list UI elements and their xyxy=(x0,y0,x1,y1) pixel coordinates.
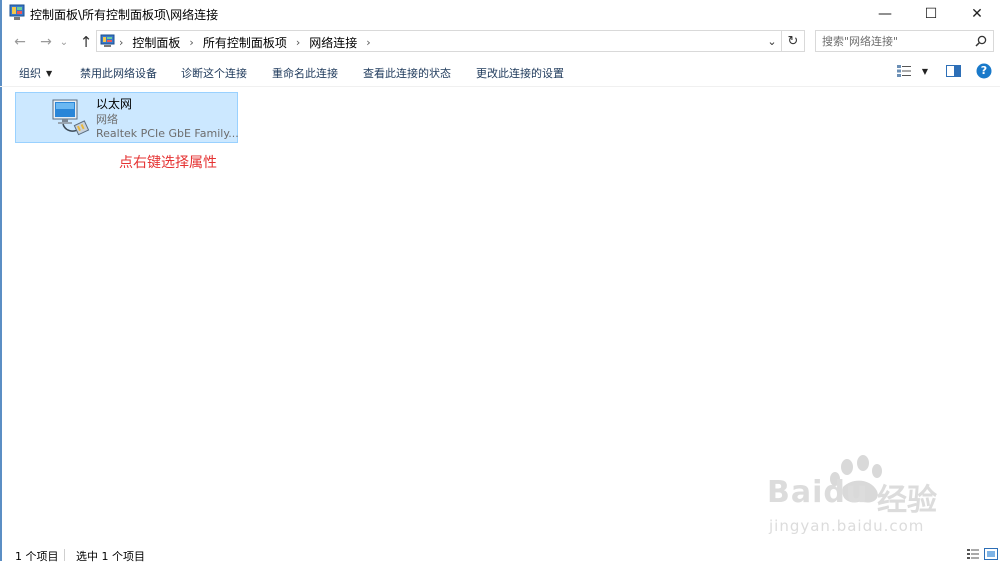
search-icon[interactable] xyxy=(973,33,989,49)
selected-count: 选中 1 个项目 xyxy=(76,550,145,563)
forward-arrow-icon: → xyxy=(40,34,52,50)
minimize-icon: — xyxy=(878,6,892,22)
address-bar[interactable]: › 控制面板 › 所有控制面板项 › 网络连接 › ⌄ ↻ xyxy=(96,30,805,52)
preview-pane-button[interactable] xyxy=(945,63,961,79)
search-icon-glyph xyxy=(975,35,987,47)
help-glyph: ? xyxy=(980,64,988,77)
search-box[interactable] xyxy=(815,30,994,52)
disable-device-button[interactable]: 禁用此网络设备 xyxy=(80,65,157,81)
control-panel-location-icon xyxy=(100,34,115,47)
caret-down-icon: ▼ xyxy=(921,66,929,76)
annotation-text: 点右键选择属性 xyxy=(119,155,217,171)
chevron-down-icon: ⌄ xyxy=(767,34,777,48)
breadcrumb-separator[interactable]: › xyxy=(357,36,379,49)
breadcrumb-separator[interactable]: › xyxy=(180,36,202,49)
item-count: 1 个项目 xyxy=(15,550,59,563)
status-bar: 1 个项目 选中 1 个项目 xyxy=(0,545,1000,563)
rename-button[interactable]: 重命名此连接 xyxy=(272,65,338,81)
breadcrumb-separator[interactable]: › xyxy=(119,36,132,49)
control-panel-icon xyxy=(9,4,25,20)
back-arrow-icon: ← xyxy=(14,34,26,50)
window-title: 控制面板\所有控制面板项\网络连接 xyxy=(30,8,219,22)
forward-button[interactable]: → xyxy=(36,32,56,52)
watermark-jingyan: 经验 xyxy=(877,483,937,518)
refresh-icon: ↻ xyxy=(787,33,799,49)
connection-status: 网络 xyxy=(96,113,118,126)
close-icon: ✕ xyxy=(971,6,983,22)
back-button[interactable]: ← xyxy=(10,32,30,52)
title-bar: 控制面板\所有控制面板项\网络连接 — ☐ ✕ xyxy=(0,0,1000,28)
chevron-down-icon: ⌄ xyxy=(59,36,69,48)
preview-pane-icon xyxy=(945,65,961,77)
watermark-brand: Baidu xyxy=(767,475,869,510)
details-view-icon[interactable] xyxy=(966,548,980,560)
watermark-url: jingyan.baidu.com xyxy=(769,517,925,535)
diagnose-button[interactable]: 诊断这个连接 xyxy=(181,65,247,81)
baidu-jingyan-watermark: Baidu 经验 jingyan.baidu.com xyxy=(765,455,955,545)
address-dropdown-button[interactable]: ⌄ xyxy=(764,33,780,49)
change-view-button[interactable]: ▼ xyxy=(895,63,929,79)
organize-button[interactable]: 组织 ▼ xyxy=(19,65,52,81)
breadcrumb-separator[interactable]: › xyxy=(287,36,309,49)
up-button[interactable]: ↑ xyxy=(76,32,96,52)
caret-down-icon: ▼ xyxy=(46,69,53,78)
breadcrumb-network-connections[interactable]: 网络连接 xyxy=(309,34,357,51)
command-bar: 组织 ▼ 禁用此网络设备 诊断这个连接 重命名此连接 查看此连接的状态 更改此连接… xyxy=(0,58,1000,87)
close-button[interactable]: ✕ xyxy=(954,0,1000,28)
ethernet-connection-item[interactable]: 以太网 网络 Realtek PCIe GbE Family... xyxy=(15,92,239,143)
minimize-button[interactable]: — xyxy=(862,0,908,28)
connection-device: Realtek PCIe GbE Family... xyxy=(96,127,239,140)
breadcrumb-control-panel[interactable]: 控制面板 xyxy=(132,34,180,51)
ethernet-adapter-icon xyxy=(52,99,90,136)
connection-name: 以太网 xyxy=(96,97,133,111)
up-arrow-icon: ↑ xyxy=(79,33,93,51)
refresh-button[interactable]: ↻ xyxy=(781,31,804,51)
view-options-icon xyxy=(896,65,911,77)
organize-label: 组织 xyxy=(19,67,41,80)
status-divider xyxy=(64,549,65,561)
view-status-button[interactable]: 查看此连接的状态 xyxy=(363,65,451,81)
breadcrumb: › 控制面板 › 所有控制面板项 › 网络连接 › xyxy=(119,34,380,51)
recent-locations-button[interactable]: ⌄ xyxy=(57,32,71,52)
change-settings-button[interactable]: 更改此连接的设置 xyxy=(476,65,564,81)
breadcrumb-all-items[interactable]: 所有控制面板项 xyxy=(203,34,287,51)
search-input[interactable] xyxy=(822,33,967,49)
large-icons-view-icon[interactable] xyxy=(984,548,998,560)
maximize-icon: ☐ xyxy=(924,6,938,22)
help-button[interactable]: ? xyxy=(976,63,992,79)
maximize-button[interactable]: ☐ xyxy=(908,0,954,28)
